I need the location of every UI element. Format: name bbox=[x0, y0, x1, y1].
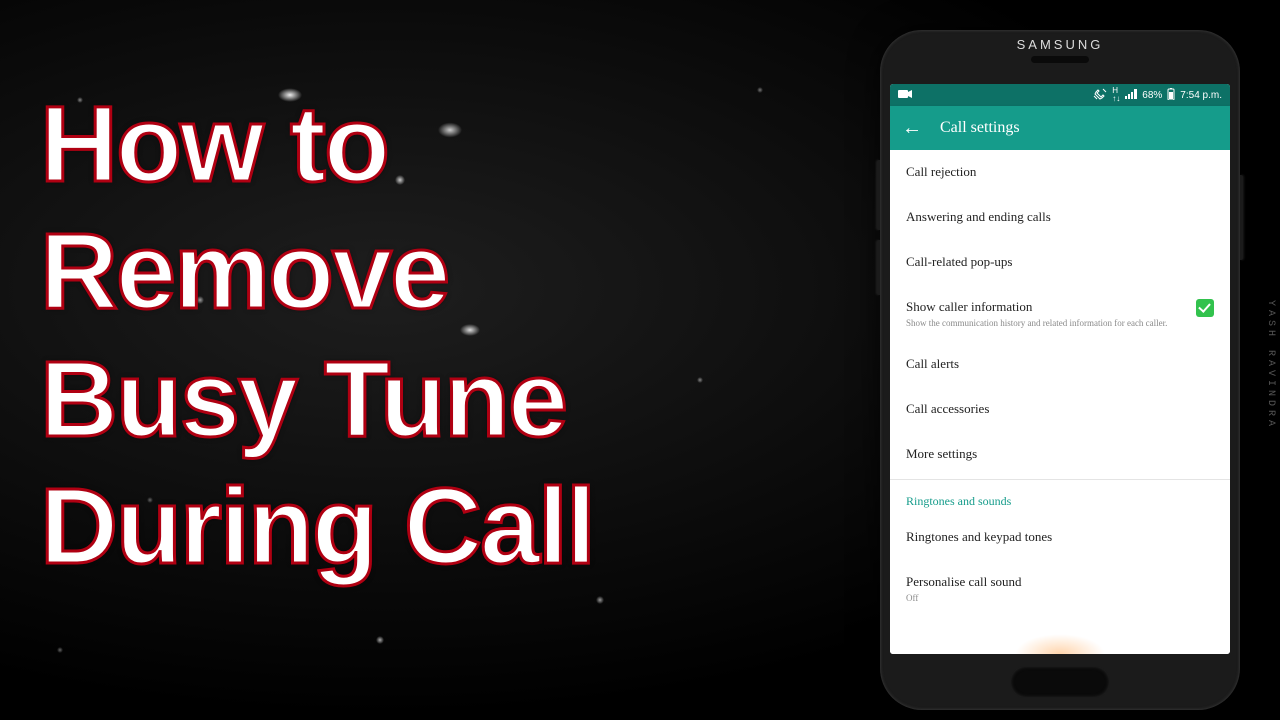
setting-more-settings[interactable]: More settings bbox=[890, 432, 1230, 477]
settings-list[interactable]: Call rejection Answering and ending call… bbox=[890, 150, 1230, 654]
title-line-2: Remove bbox=[40, 207, 594, 334]
battery-percent: 68% bbox=[1142, 90, 1162, 101]
setting-call-popups[interactable]: Call-related pop-ups bbox=[890, 240, 1230, 285]
row-title: Personalise call sound bbox=[906, 574, 1214, 591]
status-bar[interactable]: H↑↓ 68% 7:54 p.m. bbox=[890, 84, 1230, 106]
setting-call-rejection[interactable]: Call rejection bbox=[890, 150, 1230, 195]
row-title: More settings bbox=[906, 446, 1214, 463]
setting-personalise-call-sound[interactable]: Personalise call sound Off bbox=[890, 560, 1230, 608]
divider bbox=[890, 479, 1230, 480]
setting-ringtones-keypad[interactable]: Ringtones and keypad tones bbox=[890, 515, 1230, 560]
row-subtitle: Off bbox=[906, 593, 1214, 604]
app-bar: ← Call settings bbox=[890, 106, 1230, 150]
phone-screen: H↑↓ 68% 7:54 p.m. ← Call settings Call r… bbox=[890, 84, 1230, 654]
data-type-icon: H↑↓ bbox=[1112, 87, 1120, 103]
section-header-ringtones: Ringtones and sounds bbox=[890, 482, 1230, 515]
volume-up-button bbox=[877, 160, 880, 230]
setting-show-caller-info[interactable]: Show caller information Show the communi… bbox=[890, 285, 1230, 343]
setting-call-accessories[interactable]: Call accessories bbox=[890, 387, 1230, 432]
row-title: Call alerts bbox=[906, 356, 1214, 373]
status-time: 7:54 p.m. bbox=[1180, 90, 1222, 101]
watermark: YASH RAVINDRA bbox=[1265, 300, 1276, 430]
back-arrow-icon[interactable]: ← bbox=[902, 118, 922, 138]
phone-frame: SAMSUNG H↑↓ 68% 7:54 bbox=[880, 30, 1240, 710]
row-title: Answering and ending calls bbox=[906, 209, 1214, 226]
row-subtitle: Show the communication history and relat… bbox=[906, 318, 1188, 329]
vibrate-icon bbox=[1093, 88, 1107, 103]
row-title: Call-related pop-ups bbox=[906, 254, 1214, 271]
row-title: Ringtones and keypad tones bbox=[906, 529, 1214, 546]
row-title: Call accessories bbox=[906, 401, 1214, 418]
app-bar-title: Call settings bbox=[940, 119, 1020, 137]
battery-icon bbox=[1167, 88, 1175, 103]
volume-down-button bbox=[877, 240, 880, 295]
title-line-1: How to bbox=[40, 80, 594, 207]
row-title: Call rejection bbox=[906, 164, 1214, 181]
row-title: Show caller information bbox=[906, 299, 1188, 316]
setting-answering-ending[interactable]: Answering and ending calls bbox=[890, 195, 1230, 240]
title-line-3: Busy Tune bbox=[40, 335, 594, 462]
overlay-title: How to Remove Busy Tune During Call bbox=[40, 80, 594, 590]
signal-icon bbox=[1125, 89, 1137, 102]
setting-call-alerts[interactable]: Call alerts bbox=[890, 342, 1230, 387]
power-button bbox=[1240, 175, 1243, 260]
title-line-4: During Call bbox=[40, 462, 594, 589]
phone-brand: SAMSUNG bbox=[880, 37, 1240, 52]
screen-record-icon bbox=[898, 89, 912, 102]
checkbox-checked-icon[interactable] bbox=[1196, 299, 1214, 317]
